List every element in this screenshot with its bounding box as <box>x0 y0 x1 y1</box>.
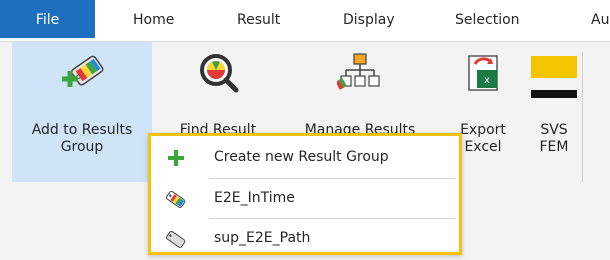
excel-icon: x <box>440 52 526 92</box>
svs-fem-button[interactable]: SVS FEM <box>526 42 582 182</box>
colored-tag-icon <box>165 188 187 210</box>
svs-icon <box>526 56 582 98</box>
menu-item-label: sup_E2E_Path <box>214 230 311 246</box>
menu-item-e2e-intime[interactable]: E2E_InTime <box>151 179 459 218</box>
add-tag-icon <box>12 52 152 92</box>
magnifier-icon <box>158 52 278 93</box>
menu-item-sup-e2e-path[interactable]: sup_E2E_Path <box>151 219 459 258</box>
tab-selection[interactable]: Selection <box>455 0 520 40</box>
gray-tag-icon <box>165 228 187 250</box>
ribbon-tab-bar: File Home Result Display Selection Au <box>0 0 610 40</box>
tab-display[interactable]: Display <box>343 0 395 40</box>
results-group-dropdown: Create new Result Group E2E_InTime sup_E… <box>148 133 462 255</box>
add-to-results-group-button[interactable]: Add to Results Group <box>12 42 152 182</box>
tab-result[interactable]: Result <box>237 0 280 40</box>
hierarchy-icon <box>300 52 420 92</box>
menu-item-create-new-result-group[interactable]: Create new Result Group <box>151 138 459 177</box>
ribbon-divider <box>582 52 583 182</box>
add-to-results-group-label: Add to Results Group <box>31 122 133 155</box>
menu-item-label: E2E_InTime <box>214 190 295 206</box>
svs-fem-label: SVS FEM <box>539 122 569 155</box>
menu-item-label: Create new Result Group <box>214 149 389 165</box>
plus-icon <box>165 147 187 169</box>
svg-text:x: x <box>484 75 490 86</box>
tab-automation[interactable]: Au <box>591 0 609 40</box>
tab-file[interactable]: File <box>0 0 95 40</box>
tab-home[interactable]: Home <box>133 0 174 40</box>
